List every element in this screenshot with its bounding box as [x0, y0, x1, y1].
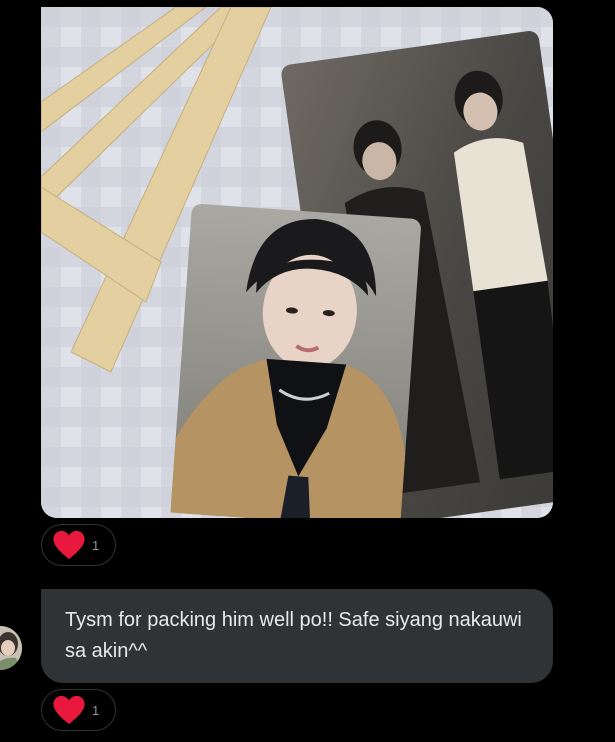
message-photo[interactable] — [41, 7, 553, 518]
avatar[interactable] — [0, 626, 22, 670]
heart-icon — [53, 530, 85, 560]
heart-icon — [53, 695, 85, 725]
reaction-pill[interactable]: 1 — [41, 689, 116, 731]
reaction-count: 1 — [92, 702, 100, 718]
message-text-content: Tysm for packing him well po!! Safe siya… — [65, 609, 522, 662]
reaction-pill[interactable]: 1 — [41, 524, 116, 566]
photo-image — [41, 7, 553, 518]
reaction-count: 1 — [92, 537, 100, 553]
avatar-image — [0, 626, 22, 670]
message-text[interactable]: Tysm for packing him well po!! Safe siya… — [41, 589, 553, 683]
